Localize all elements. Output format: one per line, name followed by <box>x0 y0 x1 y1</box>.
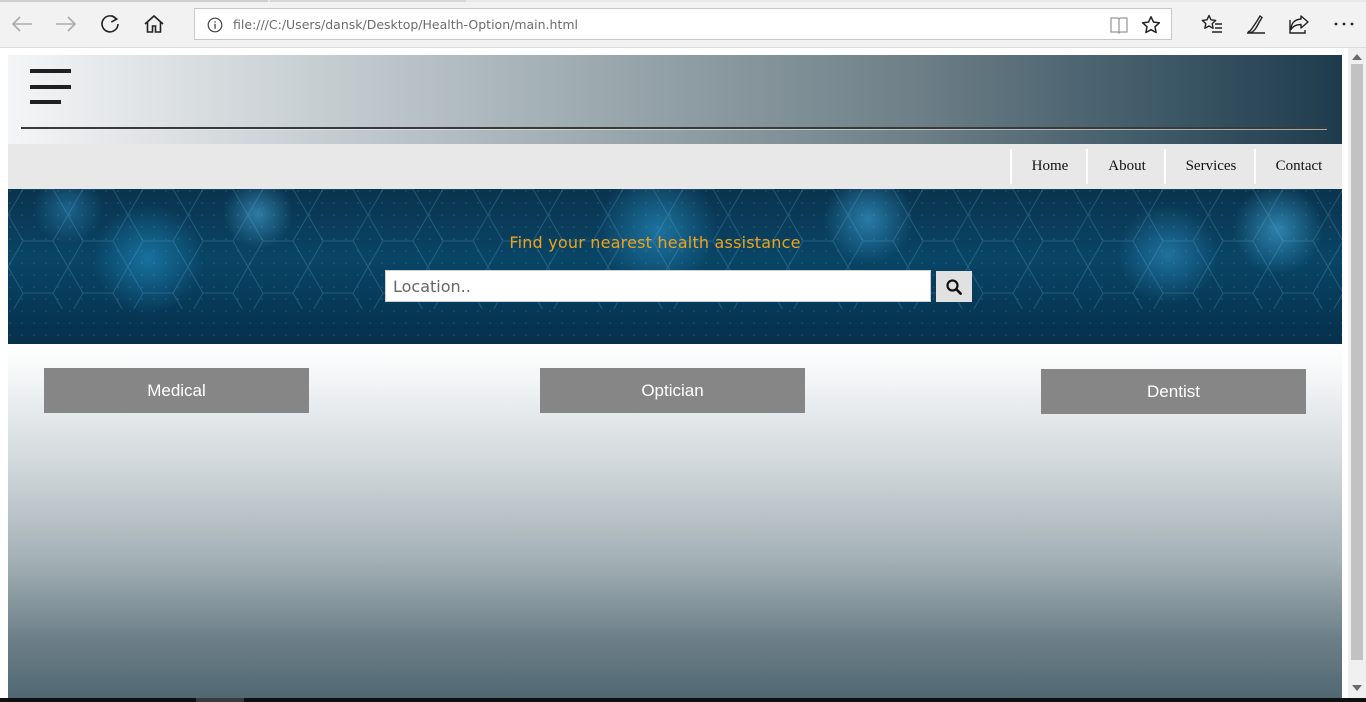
reading-view-icon[interactable] <box>1109 16 1129 34</box>
nav-services-link[interactable]: Services <box>1164 149 1256 184</box>
home-button[interactable] <box>138 8 170 40</box>
search-banner: Find your nearest health assistance <box>8 189 1342 344</box>
scrollbar-thumb[interactable] <box>1351 64 1363 660</box>
tab-indicator-secondary <box>270 0 466 2</box>
medical-button[interactable]: Medical <box>44 368 309 413</box>
hexagon-pattern <box>8 189 1342 344</box>
back-icon <box>11 16 32 32</box>
banner-heading: Find your nearest health assistance <box>509 233 801 252</box>
location-search-input[interactable] <box>385 270 931 302</box>
share-icon[interactable] <box>1287 12 1311 36</box>
page-header <box>8 55 1342 144</box>
favorite-star-icon[interactable] <box>1141 15 1161 35</box>
search-button[interactable] <box>936 271 972 302</box>
back-button[interactable] <box>6 8 38 40</box>
nav-contact-link[interactable]: Contact <box>1254 149 1342 184</box>
nav-about-link[interactable]: About <box>1086 149 1166 184</box>
scroll-up-arrow-icon[interactable] <box>1352 54 1362 60</box>
dentist-button[interactable]: Dentist <box>1041 369 1306 414</box>
refresh-icon <box>101 14 119 33</box>
optician-button[interactable]: Optician <box>540 368 805 413</box>
refresh-button[interactable] <box>94 8 126 40</box>
info-icon[interactable] <box>207 17 223 33</box>
url-text[interactable]: file:///C:/Users/dansk/Desktop/Health-Op… <box>233 17 578 32</box>
home-icon <box>144 14 164 33</box>
address-bar[interactable]: file:///C:/Users/dansk/Desktop/Health-Op… <box>194 8 1172 40</box>
favorites-hub-icon[interactable] <box>1200 12 1224 36</box>
more-icon[interactable] <box>1332 12 1356 36</box>
tab-indicator <box>0 0 268 2</box>
hamburger-bar <box>30 69 71 73</box>
header-divider-highlight <box>21 129 1327 130</box>
hamburger-bar <box>30 85 71 89</box>
taskbar-active-indicator <box>196 698 244 702</box>
hamburger-icon[interactable] <box>30 69 72 105</box>
browser-toolbar: file:///C:/Users/dansk/Desktop/Health-Op… <box>0 0 1366 48</box>
web-page: Home About Services Contact Find your ne… <box>8 55 1342 702</box>
navigation-bar: Home About Services Contact <box>8 144 1342 189</box>
search-icon <box>946 278 962 295</box>
forward-button[interactable] <box>50 8 82 40</box>
scroll-down-arrow-icon[interactable] <box>1352 685 1362 691</box>
tab-strip <box>0 0 1366 2</box>
pen-icon[interactable] <box>1244 12 1268 36</box>
vertical-scrollbar[interactable] <box>1348 48 1366 698</box>
forward-icon <box>56 16 77 32</box>
nav-home-link[interactable]: Home <box>1010 149 1088 184</box>
hamburger-bar <box>30 100 61 104</box>
taskbar-edge <box>0 698 1366 702</box>
categories-section: Medical Optician Dentist <box>8 344 1342 702</box>
